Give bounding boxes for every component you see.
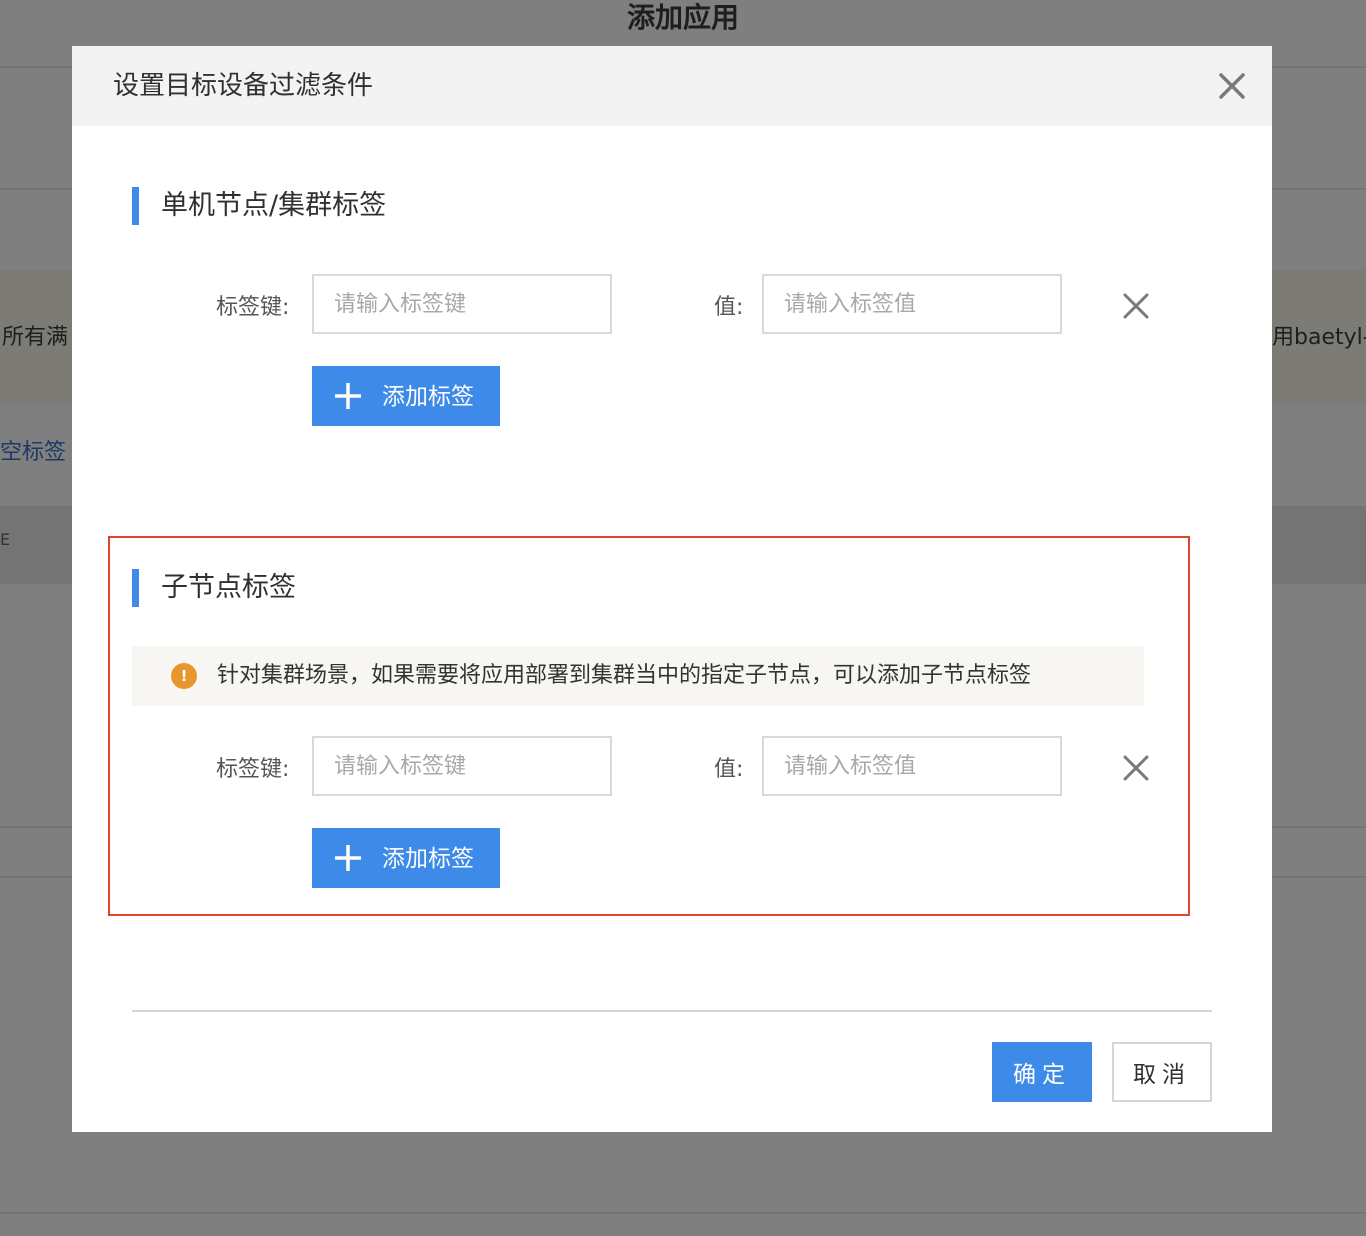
node-key-input[interactable] (312, 274, 612, 334)
cancel-button[interactable]: 取消 (1112, 1042, 1212, 1102)
node-label-section-title: 单机节点/集群标签 (161, 190, 387, 221)
background-table-header-text: E (0, 530, 11, 549)
plus-icon (332, 380, 364, 412)
subnode-value-input[interactable] (762, 736, 1062, 796)
background-right-text: 用baetyl- (1272, 325, 1366, 350)
node-key-label: 标签键: (216, 295, 290, 320)
subnode-notice-text: 针对集群场景，如果需要将应用部署到集群当中的指定子节点，可以添加子节点标签 (217, 663, 1032, 688)
background-link: 空标签 (0, 440, 67, 465)
plus-icon (332, 842, 364, 874)
subnode-add-label-button[interactable]: 添加标签 (312, 828, 500, 888)
warning-icon: ! (171, 663, 197, 689)
dialog-title: 设置目标设备过滤条件 (113, 71, 374, 101)
section-accent-bar (132, 187, 139, 225)
dialog-header: 设置目标设备过滤条件 (72, 46, 1272, 126)
close-icon[interactable] (1214, 68, 1250, 104)
background-page-title: 添加应用 (626, 1, 739, 34)
footer-divider (132, 1010, 1212, 1012)
add-label-button-text: 添加标签 (382, 383, 474, 409)
node-value-label: 值: (714, 295, 744, 320)
subnode-notice: ! 针对集群场景，如果需要将应用部署到集群当中的指定子节点，可以添加子节点标签 (132, 646, 1144, 706)
remove-row-icon[interactable] (1121, 291, 1151, 321)
confirm-button[interactable]: 确定 (992, 1042, 1092, 1102)
remove-row-icon[interactable] (1121, 753, 1151, 783)
node-value-input[interactable] (762, 274, 1062, 334)
subnode-value-label: 值: (714, 757, 744, 782)
subnode-key-label: 标签键: (216, 757, 290, 782)
background-divider (0, 1212, 1366, 1214)
section-accent-bar (132, 569, 139, 607)
add-label-button-text: 添加标签 (382, 845, 474, 871)
background-left-text: 所有满 (2, 325, 69, 350)
node-add-label-button[interactable]: 添加标签 (312, 366, 500, 426)
subnode-label-section-title: 子节点标签 (161, 572, 296, 603)
subnode-key-input[interactable] (312, 736, 612, 796)
filter-dialog: 设置目标设备过滤条件 单机节点/集群标签 标签键: 值: 添加标签 (72, 46, 1272, 1132)
